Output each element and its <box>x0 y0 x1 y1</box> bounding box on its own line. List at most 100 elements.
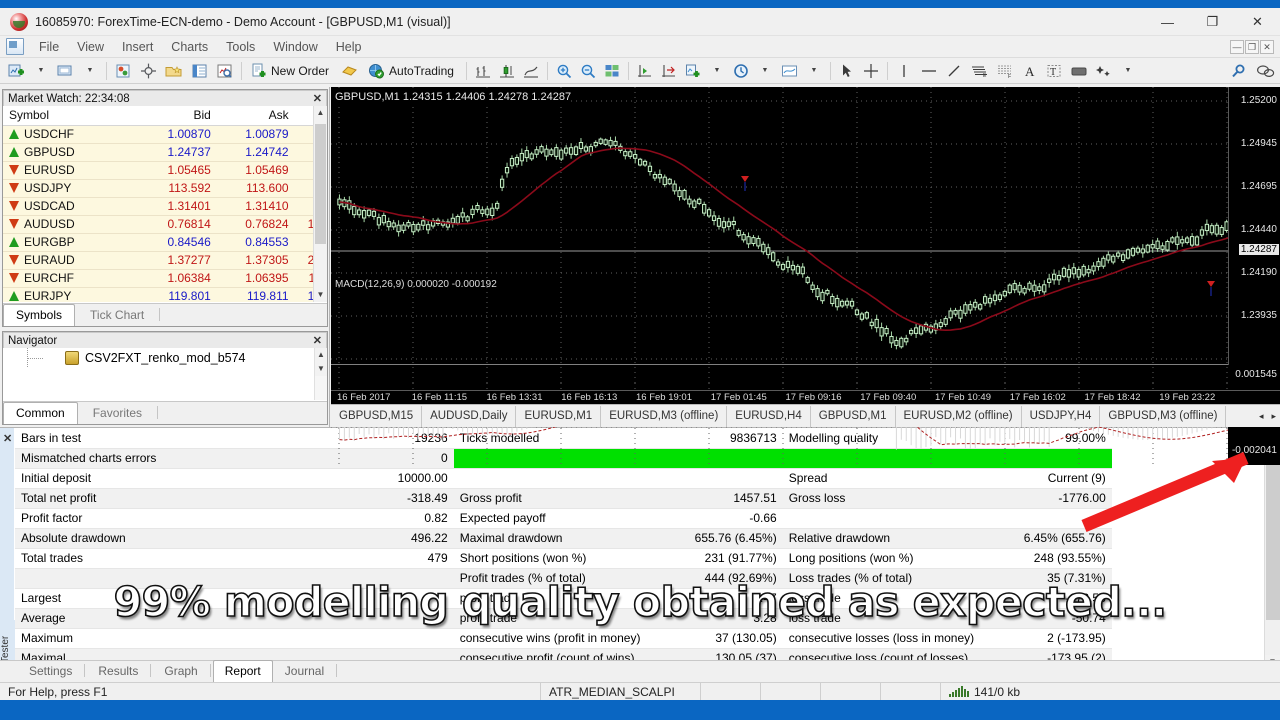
market-watch-icon[interactable] <box>213 60 236 82</box>
mdi-restore-button[interactable]: ❐ <box>1245 39 1259 54</box>
tab-scroll-right-icon[interactable]: ▸ <box>1267 411 1280 422</box>
price-chart-canvas[interactable] <box>331 87 1280 383</box>
tab-common[interactable]: Common <box>3 402 78 424</box>
text-box-icon[interactable]: T <box>1043 60 1065 82</box>
maximize-button[interactable]: ❐ <box>1190 8 1235 36</box>
scrollbar-thumb[interactable] <box>315 124 326 244</box>
chart-tab[interactable]: EURUSD,M3 (offline) <box>601 405 728 427</box>
tab-graph[interactable]: Graph <box>153 661 208 682</box>
price-axis[interactable]: 1.25200 1.24945 1.24695 1.24440 1.24287 … <box>1228 87 1280 383</box>
indicators-dropdown-icon[interactable]: ▼ <box>706 60 728 82</box>
market-watch-row[interactable]: GBPUSD1.247371.247425 <box>3 143 327 162</box>
horizontal-line-icon[interactable] <box>917 60 941 82</box>
timeframe-dropdown-icon[interactable]: ▼ <box>754 60 776 82</box>
chart-tab[interactable]: AUDUSD,Daily <box>422 405 517 427</box>
chat-icon[interactable] <box>1253 60 1279 82</box>
chart-tab[interactable]: EURUSD,M1 <box>516 405 602 427</box>
cursor-icon[interactable] <box>836 60 858 82</box>
data-window-icon[interactable] <box>188 60 211 82</box>
favorites-icon[interactable] <box>162 60 186 82</box>
trendline-icon[interactable] <box>943 60 965 82</box>
market-watch-row[interactable]: EURUSD1.054651.054694 <box>3 161 327 180</box>
scroll-down-icon[interactable]: ▼ <box>314 288 327 302</box>
tab-scroll-left-icon[interactable]: ◂ <box>1255 411 1268 422</box>
auto-scroll-icon[interactable] <box>634 60 656 82</box>
shapes-icon[interactable] <box>1093 60 1115 82</box>
chart-tab[interactable]: GBPUSD,M15 <box>331 405 423 427</box>
menu-tools[interactable]: Tools <box>217 38 264 56</box>
minimize-button[interactable]: — <box>1145 8 1190 36</box>
tree-item-expert[interactable]: CSV2FXT_renko_mod_b574 <box>3 348 327 367</box>
market-watch-row[interactable]: AUDUSD0.768140.7682410 <box>3 215 327 234</box>
market-watch-table-container[interactable]: Symbol Bid Ask ! USDCHF1.008701.008799GB… <box>3 106 327 302</box>
menu-view[interactable]: View <box>68 38 113 56</box>
navigator-tree[interactable]: CSV2FXT_renko_mod_b574 <box>3 348 327 400</box>
col-bid[interactable]: Bid <box>139 106 217 126</box>
chart-shift-icon[interactable] <box>658 60 680 82</box>
candlestick-chart-icon[interactable] <box>496 60 518 82</box>
time-axis[interactable]: 16 Feb 2017 16 Feb 11:15 16 Feb 13:31 16 Fe… <box>331 390 1280 404</box>
expert-advisor-icon[interactable] <box>338 60 362 82</box>
tile-windows-icon[interactable] <box>601 60 623 82</box>
chart-tab[interactable]: EURUSD,H4 <box>727 405 811 427</box>
market-watch-row[interactable]: USDCHF1.008701.008799 <box>3 125 327 144</box>
chart-tab[interactable]: GBPUSD,M1 <box>811 405 896 427</box>
market-watch-scrollbar[interactable]: ▲ ▼ <box>313 106 327 302</box>
templates-dropdown-icon[interactable]: ▼ <box>803 60 825 82</box>
market-watch-row[interactable]: USDCAD1.314011.314109 <box>3 197 327 216</box>
new-profile-icon[interactable] <box>54 60 77 82</box>
chart-tab-scroll-controls[interactable]: ◂ ▸ <box>1255 411 1280 422</box>
menu-help[interactable]: Help <box>327 38 371 56</box>
menu-charts[interactable]: Charts <box>162 38 217 56</box>
tab-report[interactable]: Report <box>212 660 273 682</box>
bar-chart-icon[interactable] <box>472 60 494 82</box>
chart-tab[interactable]: EURUSD,M2 (offline) <box>896 405 1022 427</box>
chart-panel[interactable]: GBPUSD,M1 1.24315 1.24406 1.24278 1.2428… <box>331 87 1280 465</box>
status-connection[interactable]: 141/0 kb <box>940 682 1280 701</box>
nav-scroll-up-icon[interactable]: ▲ <box>315 348 327 362</box>
menu-app-icon[interactable] <box>6 38 24 55</box>
market-watch-row[interactable]: EURJPY119.801119.81110 <box>3 287 327 302</box>
navigator-scrollbar[interactable]: ▲ ▼ <box>314 348 327 400</box>
col-ask[interactable]: Ask <box>216 106 295 126</box>
close-button[interactable]: ✕ <box>1235 8 1280 36</box>
rectangle-icon[interactable] <box>1067 60 1091 82</box>
market-watch-row[interactable]: USDJPY113.592113.6008 <box>3 179 327 198</box>
shapes-dropdown-icon[interactable]: ▼ <box>1117 60 1139 82</box>
templates-icon[interactable] <box>778 60 801 82</box>
crosshair-tool-icon[interactable] <box>860 60 882 82</box>
chart-tab[interactable]: USDJPY,H4 <box>1022 405 1101 427</box>
search-icon[interactable] <box>1227 60 1251 82</box>
menu-file[interactable]: File <box>30 38 68 56</box>
tab-favorites[interactable]: Favorites <box>80 402 155 424</box>
market-watch-row[interactable]: EURGBP0.845460.845537 <box>3 233 327 252</box>
chart-dropdown-icon[interactable]: ▼ <box>30 60 52 82</box>
menu-insert[interactable]: Insert <box>113 38 162 56</box>
profile-dropdown-icon[interactable]: ▼ <box>79 60 101 82</box>
line-chart-icon[interactable] <box>520 60 542 82</box>
fibonacci-icon[interactable]: E <box>967 60 991 82</box>
text-label-icon[interactable]: A <box>1019 60 1041 82</box>
metaeditor-icon[interactable] <box>112 60 135 82</box>
new-chart-icon[interactable] <box>5 60 28 82</box>
zoom-out-icon[interactable] <box>577 60 599 82</box>
menu-window[interactable]: Window <box>264 38 326 56</box>
mdi-minimize-button[interactable]: — <box>1230 39 1244 54</box>
tab-settings[interactable]: Settings <box>18 661 83 682</box>
vertical-line-icon[interactable] <box>893 60 915 82</box>
fibonacci-fan-icon[interactable]: F <box>993 60 1017 82</box>
tab-results[interactable]: Results <box>87 661 149 682</box>
autotrading-button[interactable]: AutoTrading <box>364 60 461 82</box>
tab-journal[interactable]: Journal <box>274 661 335 682</box>
chart-tab[interactable]: GBPUSD,M3 (offline) <box>1100 405 1227 427</box>
navigator-close-icon[interactable]: ✕ <box>313 334 322 347</box>
col-symbol[interactable]: Symbol <box>3 106 140 126</box>
nav-scroll-down-icon[interactable]: ▼ <box>315 362 327 376</box>
report-close-icon[interactable]: ✕ <box>3 432 12 445</box>
tab-tick-chart[interactable]: Tick Chart <box>77 304 157 326</box>
crosshair-icon[interactable] <box>137 60 160 82</box>
mdi-close-button[interactable]: ✕ <box>1260 39 1274 54</box>
timeframe-icon[interactable] <box>730 60 752 82</box>
market-watch-row[interactable]: EURCHF1.063841.0639511 <box>3 269 327 288</box>
scroll-up-icon[interactable]: ▲ <box>314 106 327 120</box>
